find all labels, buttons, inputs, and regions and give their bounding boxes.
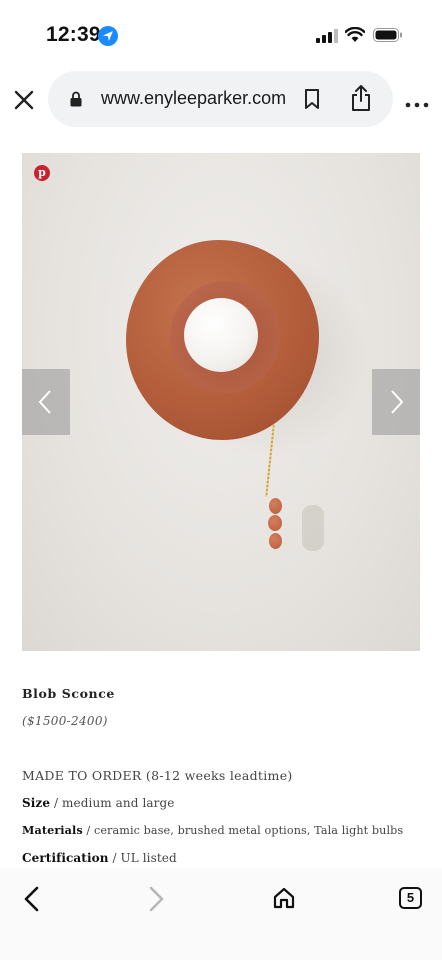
made-to-order-note: MADE TO ORDER (8-12 weeks leadtime)	[22, 768, 293, 783]
spec-label: Materials	[22, 823, 83, 837]
share-icon[interactable]	[350, 84, 372, 117]
chain-bead	[269, 498, 282, 514]
browser-toolbar: 5	[0, 868, 442, 960]
spec-label: Certification	[22, 851, 109, 865]
chevron-right-icon	[391, 390, 404, 414]
close-icon[interactable]	[12, 88, 36, 112]
pinterest-icon[interactable]: p	[34, 165, 50, 181]
spec-label: Size	[22, 796, 51, 810]
wifi-icon	[344, 26, 366, 48]
more-options-icon[interactable]	[405, 96, 429, 108]
spec-value: / UL listed	[108, 851, 177, 865]
address-bar[interactable]: www.enyleeparker.com	[48, 71, 393, 127]
status-time: 12:39	[46, 23, 101, 46]
location-arrow-icon	[98, 26, 118, 46]
previous-image-button[interactable]	[22, 369, 70, 435]
chevron-left-icon	[38, 390, 51, 414]
forward-icon[interactable]	[146, 886, 166, 917]
bead-shadow	[302, 505, 324, 551]
back-icon[interactable]	[22, 886, 42, 917]
status-bar: 12:39	[0, 0, 442, 70]
product-image[interactable]: p	[22, 153, 420, 651]
home-icon[interactable]	[272, 886, 296, 915]
product-price: ($1500-2400)	[22, 714, 108, 728]
tabs-button[interactable]: 5	[399, 887, 422, 909]
chain-bead	[269, 533, 282, 549]
product-title: Blob Sconce	[22, 686, 115, 701]
chain-bead	[268, 515, 282, 531]
lock-icon	[70, 91, 82, 112]
spec-certification: Certification / UL listed	[22, 851, 177, 865]
url-text: www.enyleeparker.com	[101, 88, 287, 108]
tab-count: 5	[406, 890, 415, 905]
light-bulb	[184, 298, 258, 372]
cellular-signal-icon	[316, 29, 338, 48]
spec-size: Size / medium and large	[22, 796, 174, 810]
next-image-button[interactable]	[372, 369, 420, 435]
spec-value: / medium and large	[50, 796, 175, 810]
spec-value: / ceramic base, brushed metal options, T…	[82, 824, 404, 837]
battery-icon	[373, 28, 403, 47]
bookmark-icon[interactable]	[304, 88, 320, 115]
spec-materials: Materials / ceramic base, brushed metal …	[22, 823, 403, 837]
